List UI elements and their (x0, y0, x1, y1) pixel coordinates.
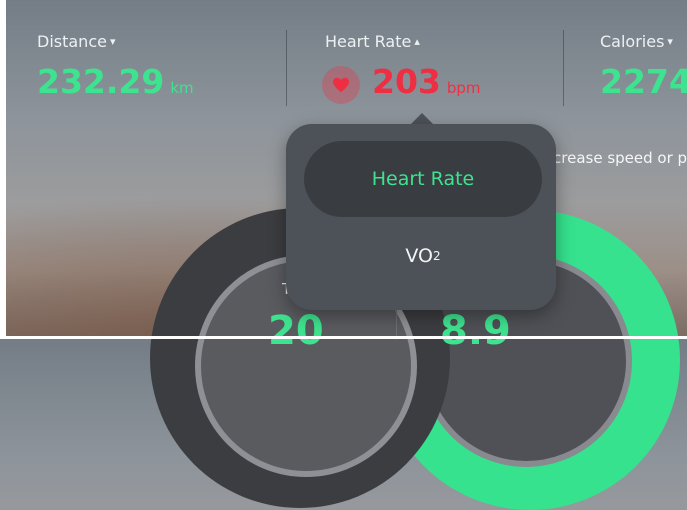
heart-icon (322, 66, 360, 104)
vo2-label: VO (405, 245, 433, 267)
dropdown-option-vo2[interactable]: VO 2 (304, 220, 542, 292)
dropdown-option-heart-rate[interactable]: Heart Rate (304, 141, 542, 217)
heart-rate-value: 203 bpm (372, 62, 481, 101)
calories-label-text: Calories (600, 32, 665, 51)
chevron-down-icon: ▾ (109, 35, 116, 48)
vo2-subscript: 2 (432, 249, 441, 263)
divider (563, 30, 564, 106)
hint-text: crease speed or p (553, 149, 687, 167)
distance-label[interactable]: Distance ▾ (37, 32, 116, 51)
heart-rate-label[interactable]: Heart Rate ▴ (325, 32, 420, 51)
gauge-left-value: 20 (268, 308, 324, 354)
calories-label[interactable]: Calories ▾ (600, 32, 673, 51)
divider (286, 30, 287, 106)
calories-number: 2274 (600, 62, 687, 101)
chevron-down-icon: ▾ (667, 35, 673, 48)
chevron-up-icon: ▴ (414, 35, 420, 48)
frame-edge (0, 0, 6, 339)
distance-number: 232.29 (37, 62, 165, 101)
heart-rate-label-text: Heart Rate (325, 32, 412, 51)
calories-value: 2274 (600, 62, 687, 101)
heart-rate-number: 203 (372, 62, 441, 101)
heart-rate-unit: bpm (446, 79, 481, 97)
distance-value: 232.29 km (37, 62, 194, 101)
distance-label-text: Distance (37, 32, 107, 51)
gauge-right-value: 8.9 (440, 308, 511, 354)
distance-unit: km (170, 79, 194, 97)
